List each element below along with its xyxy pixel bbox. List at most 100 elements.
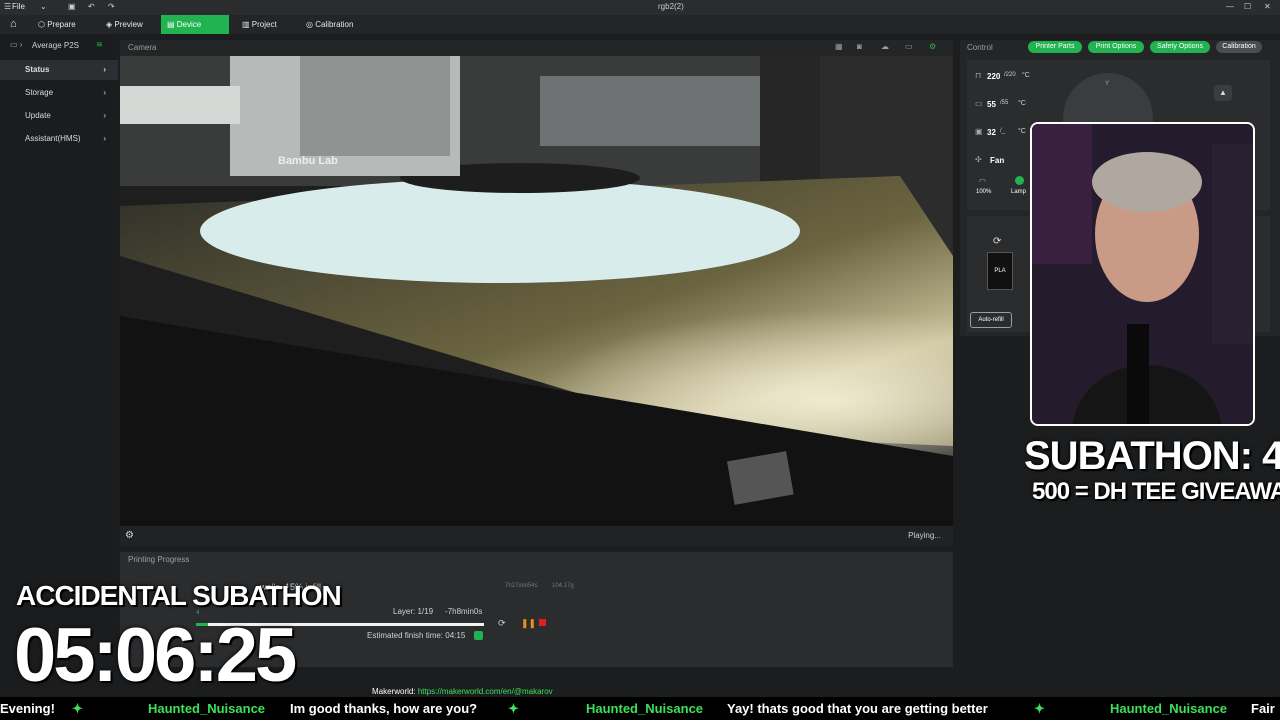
accidental-subathon-title: ACCIDENTAL SUBATHON bbox=[16, 580, 342, 611]
nozzle-icon: ⊓ bbox=[975, 71, 982, 80]
calibration-button[interactable]: Calibration bbox=[1216, 41, 1262, 53]
fan-label[interactable]: Fan bbox=[990, 156, 1004, 165]
camera-footer: ⚙ Playing... bbox=[120, 526, 953, 546]
stop-button[interactable] bbox=[539, 619, 546, 626]
ticker-message: Evening! bbox=[0, 701, 55, 716]
chat-username: Haunted_Nuisance bbox=[148, 701, 266, 716]
bed-icon: ▭ bbox=[975, 99, 983, 108]
chat-message: Yay! thats good that you are getting bet… bbox=[727, 701, 988, 716]
chevron-right-icon: › bbox=[103, 111, 106, 120]
sidebar-item-label: Status bbox=[25, 65, 50, 74]
filament-weight: 104.17g bbox=[552, 583, 574, 589]
chat-message: Im good thanks, how are you? bbox=[290, 701, 478, 716]
printer-selector[interactable]: ▭ › Average P2S ≋ bbox=[10, 40, 114, 54]
fan-icon: ✣ bbox=[975, 155, 982, 164]
camera-header: Camera ▦ ◙ ☁ ▭ ⚙ bbox=[120, 40, 953, 56]
sidebar-item-assistant[interactable]: Assistant(HMS) › bbox=[0, 129, 118, 149]
temp-unit: °C bbox=[1022, 72, 1030, 79]
chat-message: Fair bbox=[1251, 701, 1275, 716]
refresh-icon[interactable]: ⟳ bbox=[498, 618, 506, 629]
sidebar-item-status[interactable]: Status › bbox=[0, 60, 118, 80]
giveaway-text: 500 = DH TEE GIVEAWAY bbox=[1032, 478, 1280, 505]
makerworld-label: Makerworld: bbox=[372, 687, 416, 696]
maximize-icon[interactable]: ☐ bbox=[1244, 2, 1251, 11]
filament-type: PLA bbox=[994, 268, 1006, 274]
camera-feed: Bambu Lab bbox=[120, 56, 953, 526]
tab-label: Calibration bbox=[315, 20, 354, 29]
emote-icon: ✦ bbox=[72, 701, 83, 716]
lamp-label: Lamp bbox=[1011, 189, 1027, 195]
sidebar-item-label: Storage bbox=[25, 88, 54, 97]
speed-icon[interactable]: ◠ bbox=[979, 177, 986, 186]
jog-y-label: Y bbox=[1105, 81, 1110, 87]
home-icon[interactable]: ⌂ bbox=[4, 15, 23, 34]
tab-preview[interactable]: ◈ Preview bbox=[100, 15, 149, 34]
safety-options-button[interactable]: Safety Options bbox=[1150, 41, 1210, 53]
refresh-icon[interactable]: ⟳ bbox=[993, 236, 1001, 247]
print-options-button[interactable]: Print Options bbox=[1088, 41, 1144, 53]
z-up-button[interactable]: ▲ bbox=[1214, 85, 1232, 101]
settings-icon[interactable]: ⚙ bbox=[125, 530, 134, 541]
chevron-right-icon: › bbox=[103, 65, 106, 74]
bed-target[interactable]: /55 bbox=[1000, 100, 1008, 106]
sidebar-item-label: Assistant(HMS) bbox=[25, 134, 81, 143]
nozzle-target[interactable]: /220 bbox=[1004, 72, 1016, 78]
progress-title: Printing Progress bbox=[128, 555, 190, 564]
chevron-right-icon: › bbox=[103, 88, 106, 97]
tab-label: Prepare bbox=[47, 20, 76, 29]
camera-title: Camera bbox=[128, 43, 157, 52]
bed-temp[interactable]: 55 bbox=[987, 100, 996, 109]
close-icon[interactable]: ✕ bbox=[1264, 2, 1271, 11]
makerworld-link[interactable]: Makerworld: https://makerworld.com/en/@m… bbox=[372, 687, 553, 696]
layer-count: Layer: 1/19 bbox=[393, 607, 434, 616]
tab-label: Preview bbox=[114, 20, 143, 29]
tab-prepare[interactable]: ⬡ Prepare bbox=[32, 15, 82, 34]
filament-slot[interactable]: PLA bbox=[987, 252, 1013, 290]
printer-name: Average P2S bbox=[32, 41, 79, 50]
bambu-logo: Bambu Lab bbox=[278, 155, 338, 167]
webcam-overlay bbox=[1030, 122, 1255, 426]
camera-image: Bambu Lab bbox=[120, 56, 953, 526]
fan-speed: 100% bbox=[976, 189, 992, 195]
chat-username: Haunted_Nuisance bbox=[586, 701, 704, 716]
cloud-icon[interactable]: ☁ bbox=[881, 42, 889, 51]
undo-icon[interactable]: ↶ bbox=[88, 2, 95, 11]
chamber-target: /_ bbox=[1000, 128, 1006, 134]
printer-parts-button[interactable]: Printer Parts bbox=[1028, 41, 1082, 53]
pause-button[interactable]: ❚❚ bbox=[521, 618, 536, 629]
chamber-icon: ▣ bbox=[975, 127, 983, 136]
redo-icon[interactable]: ↷ bbox=[108, 2, 115, 11]
main-tabs: ⌂ ⬡ Prepare ◈ Preview ▤ Device ▥ Project… bbox=[0, 15, 1280, 34]
chevron-down-icon[interactable]: ⌄ bbox=[40, 2, 47, 11]
tab-device[interactable]: ▤ Device bbox=[161, 15, 229, 34]
recording-icon[interactable]: ◙ bbox=[857, 42, 862, 51]
sidebar-item-storage[interactable]: Storage › bbox=[0, 83, 118, 103]
printer-icon: ▭ › bbox=[10, 40, 23, 49]
settings-icon[interactable]: ⚙ bbox=[929, 42, 936, 51]
tab-label: Device bbox=[176, 20, 202, 29]
temp-unit: °C bbox=[1018, 128, 1026, 135]
save-icon[interactable]: ▣ bbox=[68, 2, 76, 11]
chevron-right-icon: › bbox=[103, 134, 106, 143]
auto-refill-button[interactable]: Auto-refill bbox=[970, 312, 1012, 328]
tab-project[interactable]: ▥ Project bbox=[236, 15, 283, 34]
emote-icon: ✦ bbox=[1034, 701, 1045, 716]
calibration-icon: ◎ bbox=[306, 20, 316, 29]
device-icon: ▤ bbox=[167, 20, 177, 29]
nozzle-temp[interactable]: 220 bbox=[987, 72, 1000, 81]
minimize-icon[interactable]: — bbox=[1226, 2, 1234, 11]
video-icon[interactable]: ▭ bbox=[905, 42, 913, 51]
chat-username: Haunted_Nuisance bbox=[1110, 701, 1228, 716]
tab-calibration[interactable]: ◎ Calibration bbox=[300, 15, 359, 34]
menu-icon[interactable]: ☰ bbox=[4, 2, 11, 11]
camera-status: Playing... bbox=[908, 531, 941, 540]
timelapse-icon[interactable]: ▦ bbox=[835, 42, 843, 51]
chamber-temp: 32 bbox=[987, 128, 996, 137]
subathon-count: SUBATHON: 460 bbox=[1024, 434, 1280, 478]
file-menu[interactable]: File bbox=[12, 2, 25, 11]
subathon-timer: 05:06:25 bbox=[14, 613, 297, 698]
sidebar-item-update[interactable]: Update › bbox=[0, 106, 118, 126]
window-title: rgb2(2) bbox=[658, 2, 684, 11]
lamp-icon[interactable] bbox=[1015, 176, 1024, 185]
makerworld-url[interactable]: https://makerworld.com/en/@makarov bbox=[418, 687, 553, 696]
